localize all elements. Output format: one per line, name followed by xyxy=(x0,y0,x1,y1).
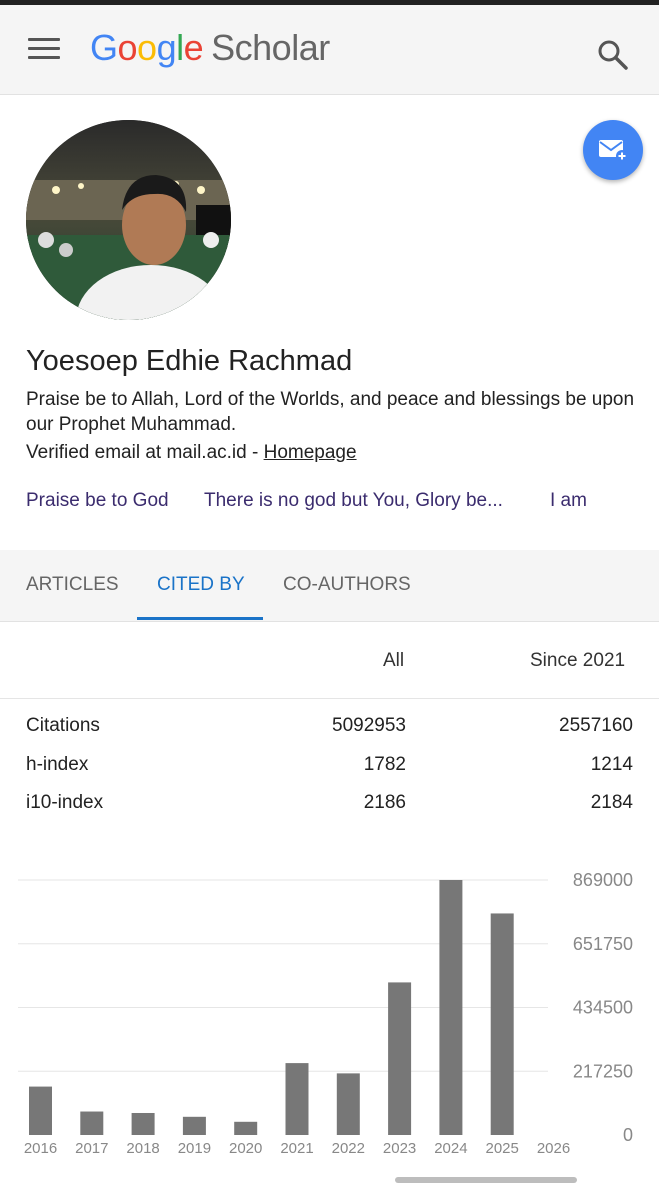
verified-email: Verified email at mail.ac.id - Homepage xyxy=(26,442,357,464)
bar-2024[interactable] xyxy=(439,880,463,1135)
y-tick-label: 434500 xyxy=(573,998,633,1018)
search-icon[interactable] xyxy=(596,38,630,72)
tab-cited-by[interactable]: CITED BY xyxy=(157,574,245,596)
bar-2018[interactable] xyxy=(131,1112,155,1135)
tab-articles[interactable]: ARTICLES xyxy=(26,574,119,596)
interest-link[interactable]: I am xyxy=(550,490,587,512)
x-tick-label: 2023 xyxy=(383,1140,416,1157)
verified-email-text: Verified email at mail.ac.id - xyxy=(26,442,264,463)
x-tick-label: 2018 xyxy=(126,1140,159,1157)
profile-tabs: ARTICLES CITED BY CO-AUTHORS xyxy=(0,550,659,622)
stat-citations-all: 5092953 xyxy=(332,715,406,736)
y-tick-label: 869000 xyxy=(573,870,633,890)
stats-divider xyxy=(0,698,659,699)
chart-scrollbar[interactable] xyxy=(395,1177,577,1183)
citations-bar-chart: 0 217250 434500 651750 869000 2016 2017 2018 201… xyxy=(18,870,633,1157)
bar-2017[interactable] xyxy=(80,1111,104,1135)
x-tick-label: 2019 xyxy=(178,1140,211,1157)
stat-label-h-index: h-index xyxy=(26,754,89,775)
author-affiliation: Praise be to Allah, Lord of the Worlds, … xyxy=(26,389,635,435)
x-tick-label: 2022 xyxy=(332,1140,365,1157)
author-name: Yoesoep Edhie Rachmad xyxy=(26,345,353,377)
stat-h-index-since: 1214 xyxy=(590,754,633,775)
x-tick-label: 2024 xyxy=(434,1140,467,1157)
x-tick-label: 2026 xyxy=(537,1140,570,1157)
x-tick-label: 2017 xyxy=(75,1140,108,1157)
bar-2023[interactable] xyxy=(388,982,412,1135)
interest-link[interactable]: There is no god but You, Glory be... xyxy=(204,490,503,512)
profile-avatar xyxy=(26,120,231,320)
bar-2020[interactable] xyxy=(234,1121,258,1135)
bar-2016[interactable] xyxy=(29,1086,52,1135)
stat-i10-index-all: 2186 xyxy=(363,792,406,813)
mail-add-icon xyxy=(599,140,628,162)
stat-label-i10-index: i10-index xyxy=(26,792,104,813)
research-interests: Praise be to God There is no god but You… xyxy=(0,490,659,520)
x-tick-label: 2016 xyxy=(24,1140,57,1157)
stat-label-citations: Citations xyxy=(26,715,100,736)
stat-i10-index-since: 2184 xyxy=(590,792,633,813)
google-scholar-logo[interactable]: Google Scholar xyxy=(90,27,330,69)
menu-icon[interactable] xyxy=(28,38,60,62)
bar-2021[interactable] xyxy=(285,1063,309,1135)
bar-2022[interactable] xyxy=(336,1073,360,1135)
active-tab-indicator xyxy=(137,617,263,620)
x-tick-label: 2021 xyxy=(280,1140,313,1157)
stat-citations-since: 2557160 xyxy=(559,715,633,736)
stat-h-index-all: 1782 xyxy=(363,754,406,775)
tab-co-authors[interactable]: CO-AUTHORS xyxy=(283,574,411,596)
bar-2025[interactable] xyxy=(490,913,514,1135)
column-header-all: All xyxy=(383,650,405,671)
y-tick-label: 217250 xyxy=(573,1061,633,1081)
y-tick-label: 0 xyxy=(623,1125,633,1145)
interest-link[interactable]: Praise be to God xyxy=(26,490,169,512)
bar-2019[interactable] xyxy=(182,1116,206,1135)
logo-scholar-text: Scholar xyxy=(211,27,330,68)
column-header-since: Since 2021 xyxy=(530,650,626,671)
x-tick-label: 2020 xyxy=(229,1140,262,1157)
x-tick-label: 2025 xyxy=(486,1140,519,1157)
y-tick-label: 651750 xyxy=(573,934,633,954)
homepage-link[interactable]: Homepage xyxy=(264,442,357,463)
follow-email-button[interactable] xyxy=(583,120,643,180)
app-header: Google Scholar xyxy=(0,5,659,95)
